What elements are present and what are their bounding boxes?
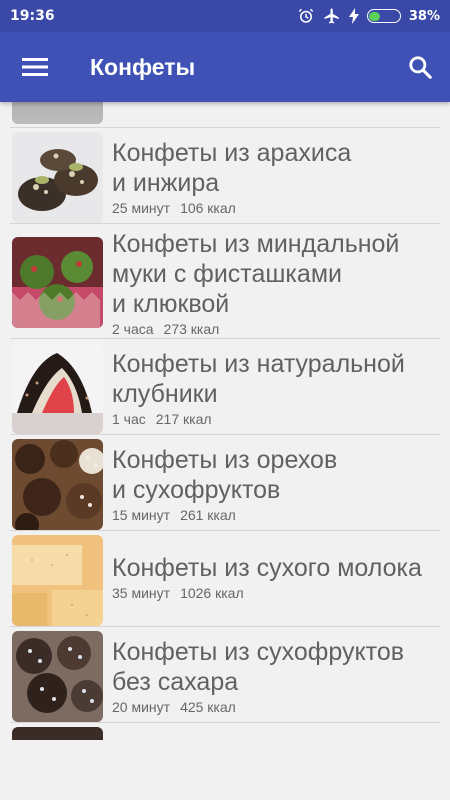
divider — [10, 127, 440, 128]
app-bar: Конфеты — [0, 32, 450, 102]
recipe-thumbnail — [12, 631, 103, 722]
recipe-time: 15 минут — [112, 507, 171, 523]
recipe-info: Конфеты из миндальной муки с фисташками и … — [112, 229, 440, 337]
recipe-kcal: 425 ккал — [180, 699, 236, 715]
recipe-thumbnail — [12, 439, 103, 530]
recipe-time: 35 минут — [112, 585, 171, 601]
recipe-meta: 2 часа 273 ккал — [112, 321, 440, 337]
divider — [10, 434, 440, 435]
recipe-kcal: 217 ккал — [155, 411, 212, 427]
recipe-info: Конфеты из сухого молока 35 минут 1026 кк… — [112, 553, 440, 601]
recipe-list[interactable]: Конфеты из арахиса и инжира 25 минут 106 к… — [0, 102, 450, 740]
recipe-time: 25 минут — [112, 200, 171, 216]
airplane-icon — [324, 8, 339, 24]
alarm-icon — [298, 8, 314, 23]
page-title: Конфеты — [90, 53, 196, 80]
recipe-meta: 1 час 217 ккал — [112, 411, 440, 427]
recipe-thumbnail-partial — [12, 102, 103, 124]
recipe-title: Конфеты из орехов и сухофруктов — [112, 446, 338, 504]
recipe-thumbnail — [12, 132, 103, 223]
status-time: 19:36 — [10, 8, 55, 24]
menu-icon — [22, 58, 48, 76]
menu-button[interactable] — [0, 32, 70, 102]
recipe-info: Конфеты из арахиса и инжира 25 минут 106 к… — [112, 138, 440, 216]
status-icons: 38% — [297, 7, 440, 25]
search-icon — [409, 56, 432, 79]
recipe-thumbnail — [12, 237, 103, 328]
recipe-title: Конфеты из арахиса и инжира — [112, 139, 352, 197]
recipe-kcal: 106 ккал — [180, 200, 236, 216]
recipe-title: Конфеты из сухого молока — [112, 554, 422, 582]
recipe-info: Конфеты из орехов и сухофруктов 15 минут 2… — [112, 445, 440, 523]
charging-icon — [348, 8, 359, 24]
divider — [10, 223, 440, 224]
recipe-meta: 25 минут 106 ккал — [112, 200, 440, 216]
battery-percent: 38% — [408, 8, 440, 24]
divider — [10, 722, 440, 723]
recipe-meta: 35 минут 1026 ккал — [112, 585, 440, 601]
divider — [10, 530, 440, 531]
recipe-kcal: 1026 ккал — [180, 585, 244, 601]
recipe-thumbnail-partial — [12, 727, 103, 740]
status-bar: 19:36 38% — [0, 0, 450, 32]
recipe-time: 20 минут — [112, 699, 171, 715]
recipe-meta: 20 минут 425 ккал — [112, 699, 440, 715]
recipe-thumbnail — [12, 535, 103, 626]
recipe-time: 1 час — [112, 411, 146, 427]
search-button[interactable] — [390, 32, 450, 102]
recipe-info: Конфеты из сухофруктов без сахара 20 мину… — [112, 637, 440, 715]
recipe-title: Конфеты из миндальной муки с фисташками и … — [112, 230, 400, 318]
recipe-meta: 15 минут 261 ккал — [112, 507, 440, 523]
divider — [10, 626, 440, 627]
recipe-kcal: 261 ккал — [180, 507, 236, 523]
recipe-info: Конфеты из натуральной клубники 1 час 217 … — [112, 349, 440, 427]
recipe-thumbnail — [12, 343, 103, 434]
recipe-time: 2 часа — [112, 321, 154, 337]
divider — [10, 338, 440, 339]
recipe-title: Конфеты из сухофруктов без сахара — [112, 638, 405, 696]
recipe-title: Конфеты из натуральной клубники — [112, 350, 405, 408]
battery-icon — [366, 9, 401, 23]
recipe-kcal: 273 ккал — [163, 321, 220, 337]
